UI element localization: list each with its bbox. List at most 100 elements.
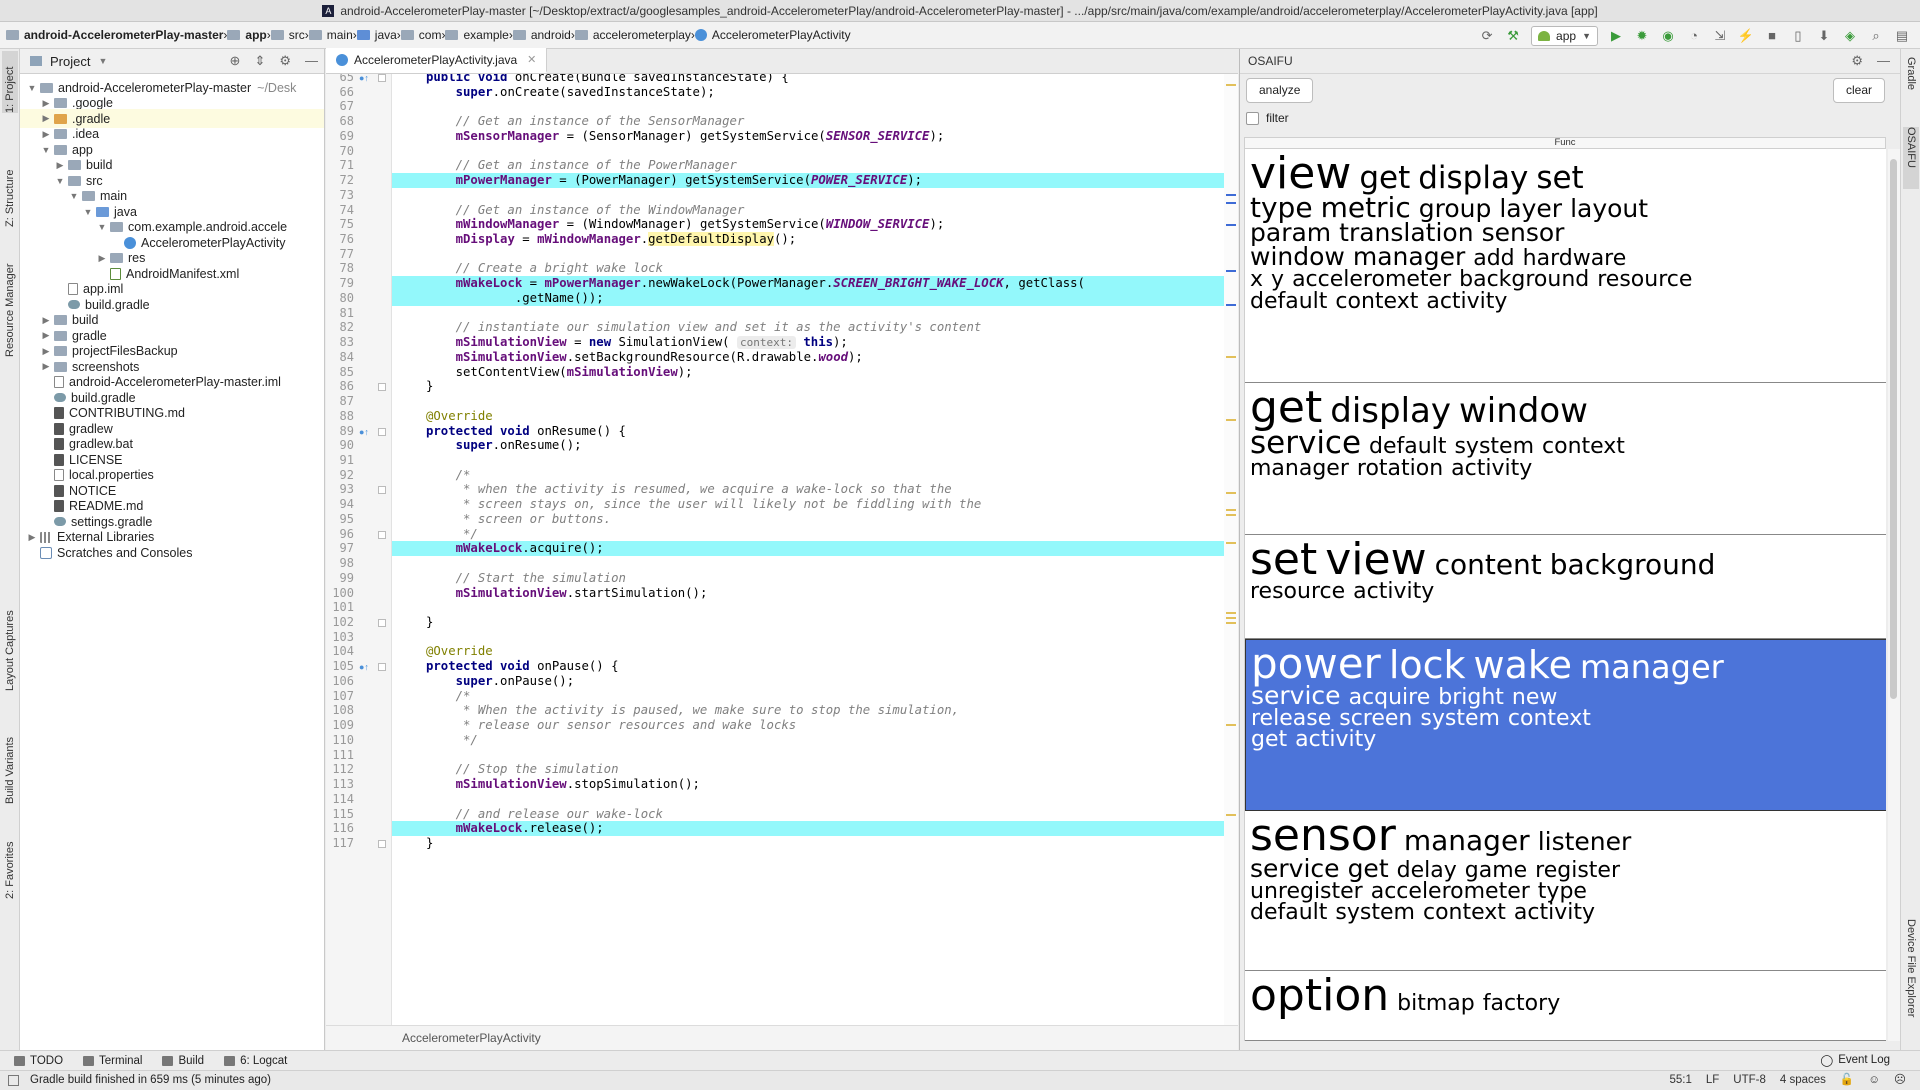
event-log-button[interactable]: ◯ Event Log: [1820, 1053, 1890, 1067]
chevron-down-icon[interactable]: ▼: [96, 222, 108, 232]
gutter-override-icon[interactable]: ●↑: [359, 662, 369, 672]
code-line[interactable]: * when the activity is resumed, we acqui…: [392, 482, 1238, 497]
chevron-right-icon[interactable]: ▶: [96, 253, 108, 264]
chevron-down-icon[interactable]: ▼: [54, 176, 66, 186]
code-line[interactable]: mDisplay = mWindowManager.getDefaultDisp…: [392, 232, 1238, 247]
chevron-down-icon[interactable]: ▼: [68, 191, 80, 201]
search-icon[interactable]: ⌕: [1868, 28, 1884, 44]
clear-button[interactable]: clear: [1832, 78, 1885, 103]
code-line[interactable]: [392, 630, 1238, 645]
code-line[interactable]: [392, 99, 1238, 114]
code-line[interactable]: // Get an instance of the SensorManager: [392, 114, 1238, 129]
editor-tab[interactable]: AccelerometerPlayActivity.java ✕: [326, 48, 548, 73]
code-line[interactable]: mSimulationView.stopSimulation();: [392, 777, 1238, 792]
notifications-icon[interactable]: ☹: [1894, 1071, 1906, 1090]
code-line[interactable]: [392, 748, 1238, 763]
editor-breadcrumb[interactable]: AccelerometerPlayActivity: [326, 1025, 1238, 1050]
inspection-icon[interactable]: ☺: [1868, 1071, 1880, 1090]
breadcrumb-item[interactable]: main: [308, 28, 353, 42]
line-separator[interactable]: LF: [1706, 1071, 1719, 1090]
code-line[interactable]: /*: [392, 689, 1238, 704]
tab-project[interactable]: 1: Project: [2, 51, 18, 113]
code-area[interactable]: public void onCreate(Bundle savedInstanc…: [392, 74, 1238, 1025]
code-line[interactable]: // Start the simulation: [392, 571, 1238, 586]
breadcrumb-item[interactable]: AccelerometerPlayActivity: [694, 28, 851, 42]
scrollbar-marker[interactable]: [1226, 514, 1236, 516]
caret-position[interactable]: 55:1: [1669, 1071, 1691, 1090]
code-line[interactable]: [392, 394, 1238, 409]
code-line[interactable]: protected void onResume() {: [392, 424, 1238, 439]
code-line[interactable]: super.onResume();: [392, 438, 1238, 453]
tab-device-file-explorer[interactable]: Device File Explorer: [1903, 919, 1919, 1049]
chevron-down-icon[interactable]: ▼: [82, 207, 94, 217]
tab-build-variants[interactable]: Build Variants: [2, 709, 18, 804]
chevron-right-icon[interactable]: ▶: [40, 330, 52, 341]
lock-icon[interactable]: 🔓: [1840, 1071, 1854, 1090]
coverage-icon[interactable]: ◉: [1660, 28, 1676, 44]
code-line[interactable]: // instantiate our simulation view and s…: [392, 320, 1238, 335]
fold-marker[interactable]: [378, 663, 386, 672]
breadcrumb-item[interactable]: android: [512, 28, 571, 42]
osaifu-scrollbar[interactable]: [1888, 149, 1900, 1041]
word-cloud-cluster[interactable]: sensor manager listener service get delay game…: [1245, 811, 1886, 971]
tool-windows-icon[interactable]: [8, 1075, 19, 1086]
scrollbar-marker[interactable]: [1226, 492, 1236, 494]
code-line[interactable]: mWindowManager = (WindowManager) getSyst…: [392, 217, 1238, 232]
hide-icon[interactable]: —: [305, 53, 318, 69]
chevron-right-icon[interactable]: ▶: [26, 532, 38, 543]
close-icon[interactable]: ✕: [527, 53, 536, 66]
scrollbar-marker[interactable]: [1226, 304, 1236, 306]
code-line[interactable]: @Override: [392, 409, 1238, 424]
word-cloud-cluster[interactable]: option bitmap factory: [1245, 971, 1886, 1041]
apply-changes-icon[interactable]: ⚡: [1738, 28, 1754, 44]
editor-scrollbar[interactable]: [1224, 74, 1238, 1025]
tab-gradle[interactable]: Gradle: [1903, 57, 1919, 117]
code-line[interactable]: }: [392, 836, 1238, 851]
chevron-right-icon[interactable]: ▶: [40, 346, 52, 357]
code-line[interactable]: [392, 792, 1238, 807]
collapse-all-icon[interactable]: ⇕: [254, 53, 265, 69]
code-line[interactable]: mSimulationView.setBackgroundResource(R.…: [392, 350, 1238, 365]
gutter-override-icon[interactable]: ●↑: [359, 427, 369, 437]
code-line[interactable]: [392, 247, 1238, 262]
fold-marker[interactable]: [378, 530, 386, 539]
fold-marker[interactable]: [378, 383, 386, 392]
breadcrumb-item[interactable]: app: [227, 28, 267, 42]
code-line[interactable]: [392, 144, 1238, 159]
tab-resource-manager[interactable]: Resource Manager: [2, 247, 18, 357]
code-line[interactable]: @Override: [392, 644, 1238, 659]
code-line[interactable]: mSimulationView.startSimulation();: [392, 586, 1238, 601]
func-column-header[interactable]: Func: [1244, 137, 1886, 149]
filter-checkbox[interactable]: [1246, 111, 1259, 125]
breadcrumb-item[interactable]: accelerometerplay: [574, 28, 691, 42]
scrollbar-marker[interactable]: [1226, 224, 1236, 226]
scrollbar-marker[interactable]: [1226, 622, 1236, 624]
breadcrumb-item[interactable]: com: [400, 28, 441, 42]
stop-icon[interactable]: ■: [1764, 28, 1780, 44]
sync-icon[interactable]: ⟳: [1479, 28, 1495, 44]
word-cloud-cluster[interactable]: view get display set type metric group layer lay…: [1245, 149, 1886, 383]
code-line[interactable]: [392, 306, 1238, 321]
scrollbar-marker[interactable]: [1226, 509, 1236, 511]
project-view-select[interactable]: Project: [50, 54, 90, 69]
code-line[interactable]: setContentView(mSimulationView);: [392, 365, 1238, 380]
breadcrumb-item[interactable]: java: [356, 28, 397, 42]
code-line[interactable]: mWakeLock = mPowerManager.newWakeLock(Po…: [392, 276, 1238, 291]
analyze-button[interactable]: analyze: [1246, 78, 1314, 103]
scrollbar-marker[interactable]: [1226, 84, 1236, 86]
word-cloud-cluster[interactable]: get display window service default system cont…: [1245, 383, 1886, 535]
code-line[interactable]: */: [392, 733, 1238, 748]
scrollbar-marker[interactable]: [1226, 814, 1236, 816]
fold-marker[interactable]: [378, 619, 386, 627]
hide-icon[interactable]: —: [1877, 53, 1890, 69]
gear-icon[interactable]: ⚙: [279, 53, 291, 69]
code-line[interactable]: [392, 556, 1238, 571]
logcat-tool-button[interactable]: 6: Logcat: [224, 1055, 287, 1067]
debug-icon[interactable]: ✹: [1634, 28, 1650, 44]
code-line[interactable]: // Stop the simulation: [392, 762, 1238, 777]
indent-setting[interactable]: 4 spaces: [1780, 1071, 1826, 1090]
tab-osaifu[interactable]: OSAIFU: [1903, 127, 1919, 189]
chevron-down-icon[interactable]: ▼: [98, 56, 107, 66]
code-line[interactable]: mPowerManager = (PowerManager) getSystem…: [392, 173, 1238, 188]
code-line[interactable]: mSimulationView = new SimulationView( co…: [392, 335, 1238, 350]
